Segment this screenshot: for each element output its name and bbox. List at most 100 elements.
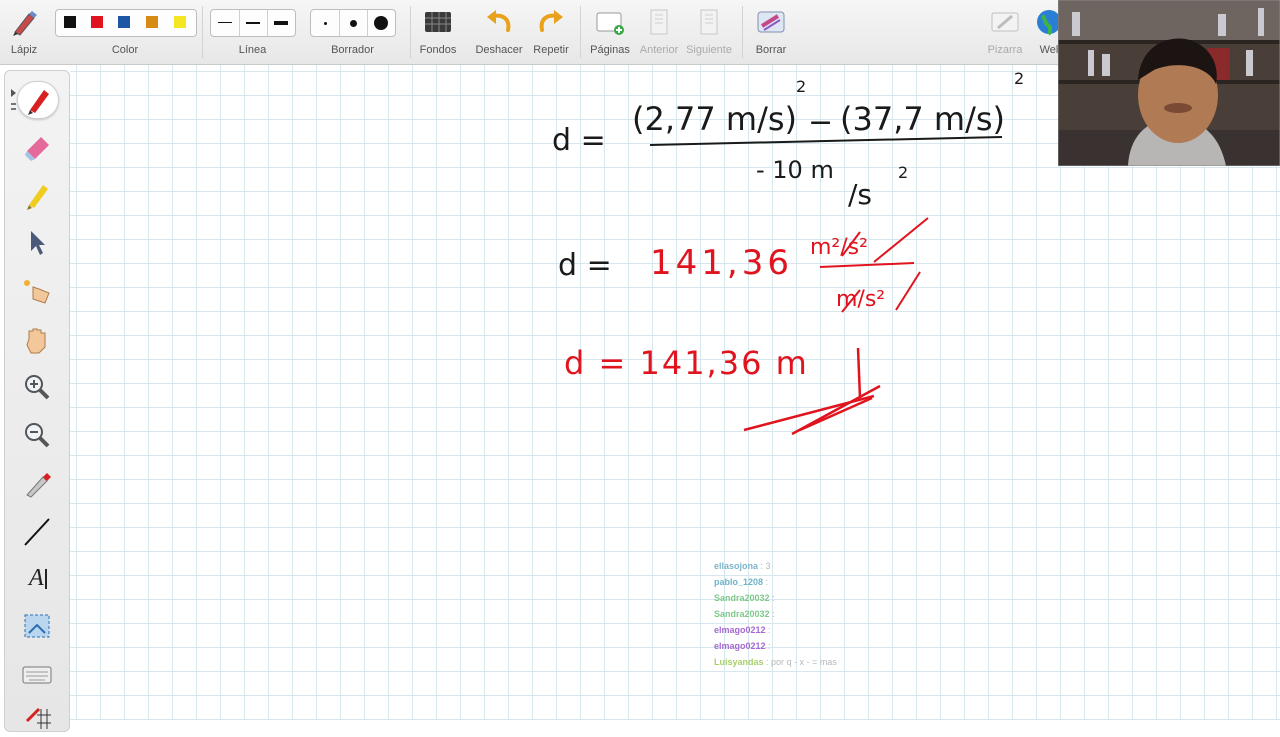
eraser-small-option[interactable] — [311, 10, 340, 36]
left-toolbox: A — [4, 70, 70, 732]
chat-message: Sandra20032 : — [714, 609, 775, 619]
pencil-icon — [13, 11, 37, 36]
screen-capture-icon — [24, 614, 50, 638]
color-swatch-red[interactable] — [91, 16, 103, 28]
line-thick-option[interactable] — [267, 10, 295, 36]
text-tool[interactable]: A — [17, 561, 57, 597]
eraser-tool[interactable] — [17, 129, 57, 165]
line-tool[interactable] — [17, 513, 57, 549]
chat-overlay: ellasojona : 3 pablo_1208 : Sandra20032 … — [714, 558, 894, 670]
eq1-denominator: - 10 m — [756, 156, 834, 184]
eq1-exponent-left: 2 — [796, 77, 806, 96]
eq2-unit-numerator: m²/s² — [810, 235, 868, 260]
whiteboard-button[interactable]: Pizarra — [980, 0, 1030, 64]
whiteboard-icon — [991, 12, 1019, 32]
line-thin-option[interactable] — [211, 10, 240, 36]
redo-label: Repetir — [533, 44, 569, 56]
eq1-exponent-right: 2 — [1014, 69, 1024, 88]
color-group: Color — [55, 0, 197, 64]
next-page-label: Siguiente — [686, 44, 732, 56]
eraser-medium-option[interactable] — [339, 10, 368, 36]
eq2-lhs: d = — [558, 248, 612, 283]
previous-page-icon — [650, 9, 668, 35]
eq1-denominator-exponent: 2 — [898, 163, 908, 182]
clear-button[interactable]: Borrar — [746, 0, 796, 64]
next-page-button[interactable]: Siguiente — [684, 0, 734, 64]
eraser-large-option[interactable] — [367, 10, 395, 36]
pen-icon — [28, 90, 49, 115]
eraser-label: Borrador — [331, 44, 374, 56]
eq2-fraction-bar — [819, 262, 915, 268]
next-page-icon — [700, 9, 718, 35]
backgrounds-icon — [425, 12, 451, 32]
redo-button[interactable]: Repetir — [526, 0, 576, 64]
chat-message: elmago0212 : — [714, 625, 771, 635]
eraser-icon — [25, 137, 49, 161]
chat-message: ellasojona : 3 — [714, 561, 771, 571]
eq3-result: d = 141,36 m — [564, 344, 809, 382]
eraser-size-selector — [310, 9, 396, 37]
hand-tool[interactable] — [17, 321, 57, 357]
pencil-label: Lápiz — [10, 44, 38, 56]
highlighter-tool[interactable] — [17, 177, 57, 213]
color-swatch-black[interactable] — [64, 16, 76, 28]
chat-message: Luisyandas : por q - x - = mas — [714, 657, 837, 667]
line-width-selector — [210, 9, 296, 37]
line-medium-option[interactable] — [239, 10, 268, 36]
pages-label: Páginas — [590, 44, 630, 56]
eq2-value: 141,36 — [650, 243, 793, 283]
eq1-numerator-right: (37,7 m/s) — [840, 100, 1005, 138]
text-icon: A — [29, 565, 44, 591]
hand-icon — [26, 328, 46, 354]
undo-button[interactable]: Deshacer — [474, 0, 524, 64]
eq1-minus: − — [808, 105, 833, 140]
screen-capture-tool[interactable] — [17, 609, 57, 645]
color-swatch-bar — [55, 9, 197, 37]
clear-label: Borrar — [755, 44, 787, 56]
eq1-numerator-left: (2,77 m/s) — [632, 100, 797, 138]
pencil-tool-button[interactable]: Lápiz — [0, 0, 48, 64]
select-tool[interactable] — [17, 225, 57, 261]
line-group: Línea — [210, 0, 296, 64]
chat-message: elmago0212 : — [714, 641, 771, 651]
laser-pointer-icon — [24, 280, 50, 304]
presenter-video — [1058, 0, 1280, 166]
zoom-in-tool[interactable] — [17, 369, 57, 405]
backgrounds-label: Fondos — [419, 44, 457, 56]
eq1-denominator-unit: /s — [848, 178, 872, 211]
laser-pointer-tool[interactable] — [17, 273, 57, 309]
undo-label: Deshacer — [475, 44, 523, 56]
redo-arrow-icon — [539, 10, 563, 32]
color-swatch-blue[interactable] — [118, 16, 130, 28]
zoom-out-tool[interactable] — [17, 417, 57, 453]
color-label: Color — [111, 44, 139, 56]
previous-page-button[interactable]: Anterior — [634, 0, 684, 64]
color-picker-icon — [26, 473, 51, 498]
clear-board-icon — [757, 11, 785, 33]
color-swatch-yellow[interactable] — [174, 16, 186, 28]
color-picker-tool[interactable] — [17, 465, 57, 501]
eraser-group: Borrador — [310, 0, 396, 64]
backgrounds-button[interactable]: Fondos — [413, 0, 463, 64]
line-icon — [24, 518, 50, 546]
eq1-lhs: d = — [552, 123, 606, 158]
keyboard-tool[interactable] — [17, 657, 57, 693]
select-arrow-icon — [31, 231, 45, 255]
color-swatch-orange[interactable] — [146, 16, 158, 28]
keyboard-icon — [22, 666, 52, 684]
grid-icon — [25, 707, 51, 729]
previous-page-label: Anterior — [639, 44, 679, 56]
chat-message: Sandra20032 : — [714, 593, 775, 603]
whiteboard-label: Pizarra — [987, 44, 1023, 56]
pages-button[interactable]: Páginas — [585, 0, 635, 64]
add-page-icon — [596, 12, 624, 35]
webcam-overlay — [1058, 0, 1280, 166]
pen-tool[interactable] — [17, 81, 59, 119]
zoom-out-icon — [25, 423, 50, 448]
zoom-in-icon — [25, 375, 50, 400]
undo-arrow-icon — [487, 10, 511, 32]
chat-message: pablo_1208 : — [714, 577, 769, 587]
line-label: Línea — [238, 44, 267, 56]
highlighter-icon — [27, 185, 48, 210]
grid-tool[interactable] — [17, 701, 57, 737]
